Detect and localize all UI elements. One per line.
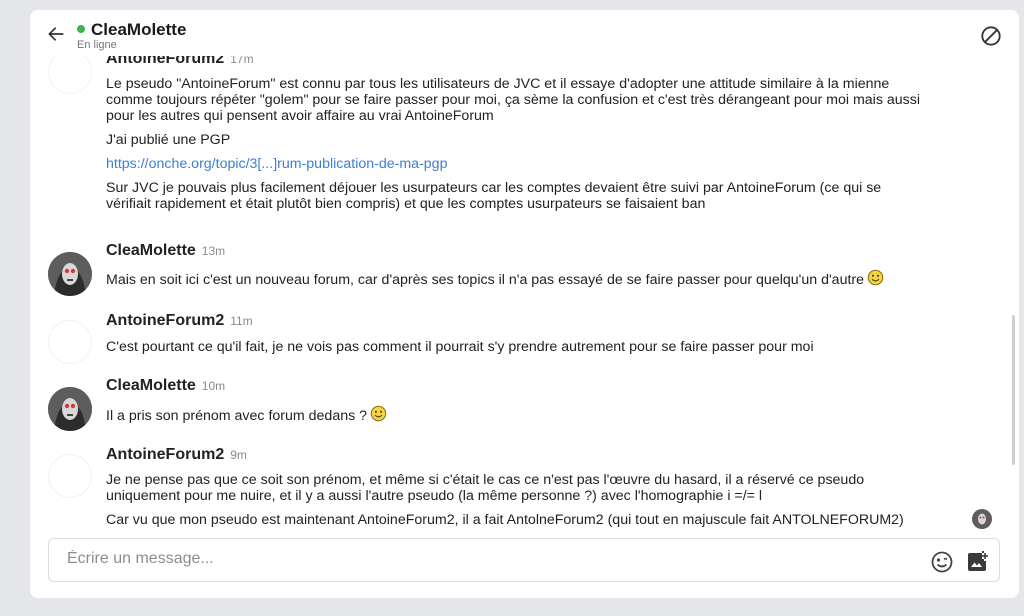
message-text: comme toujours répéter "golem" pour se f… — [106, 92, 920, 108]
message-time: 11m — [230, 314, 253, 328]
message-author[interactable]: AntoineForum2 11m — [106, 312, 253, 330]
smiley-icon — [867, 269, 884, 286]
avatar-image — [48, 387, 92, 431]
smiley-icon — [370, 405, 387, 422]
message-text: Sur JVC je pouvais plus facilement déjou… — [106, 180, 882, 196]
author-name: AntoineForum2 — [106, 446, 225, 463]
avatar-image — [48, 252, 92, 296]
message-text: vérifiait rapidement et était plutôt bie… — [106, 196, 706, 212]
message-text-content: Car vu que mon pseudo est maintenant Ant… — [106, 512, 904, 528]
avatar[interactable] — [48, 454, 92, 498]
message-author[interactable]: CleaMolette 10m — [106, 377, 225, 395]
message-text: uniquement pour me nuire, et il y a auss… — [106, 488, 763, 504]
message-text: Il a pris son prénom avec forum dedans ? — [106, 405, 387, 424]
message-link[interactable]: https://onche.org/topic/3[...]rum-public… — [106, 156, 447, 172]
block-icon[interactable] — [980, 25, 1002, 47]
message-text-content: Il a pris son prénom avec forum dedans ? — [106, 408, 368, 424]
message-composer — [48, 538, 1000, 582]
online-status-dot — [77, 25, 85, 33]
scrollbar[interactable] — [1012, 315, 1015, 465]
chat-panel: CleaMolette En ligne AntoineForum2 17m Le… — [30, 10, 1019, 598]
arrow-left-icon[interactable] — [46, 24, 66, 44]
avatar[interactable] — [48, 56, 92, 94]
read-receipt-avatar-icon — [972, 509, 992, 529]
message-time: 9m — [230, 448, 247, 462]
message-text: Je ne pense pas que ce soit son prénom, … — [106, 472, 865, 488]
message-author[interactable]: CleaMolette 13m — [106, 242, 225, 260]
add-image-icon[interactable] — [965, 550, 989, 574]
author-name: AntoineForum2 — [106, 56, 225, 67]
message-input[interactable] — [67, 550, 887, 568]
message-text-content: Mais en soit ici c'est un nouveau forum,… — [106, 272, 865, 288]
message-author[interactable]: AntoineForum2 17m — [106, 56, 254, 68]
message-time: 17m — [230, 56, 254, 66]
emoji-picker-icon[interactable] — [930, 550, 954, 574]
message-text: C'est pourtant ce qu'il fait, je ne vois… — [106, 339, 814, 355]
chat-username[interactable]: CleaMolette — [91, 20, 186, 40]
avatar[interactable] — [48, 252, 92, 296]
message-text: Mais en soit ici c'est un nouveau forum,… — [106, 269, 884, 288]
message-text: Le pseudo "AntoineForum" est connu par t… — [106, 76, 890, 92]
message-time: 13m — [201, 244, 226, 258]
avatar[interactable] — [48, 387, 92, 431]
chat-user-status: En ligne — [77, 39, 117, 51]
message-text: J'ai publié une PGP — [106, 132, 231, 148]
message-time: 10m — [201, 379, 226, 393]
message-list[interactable]: AntoineForum2 17m Le pseudo "AntoineForum… — [30, 56, 1019, 538]
author-name: CleaMolette — [106, 377, 196, 394]
author-name: AntoineForum2 — [106, 312, 225, 329]
message-text: Car vu que mon pseudo est maintenant Ant… — [106, 512, 904, 528]
message-text: pour les autres qui pensent avoir affair… — [106, 108, 494, 124]
message-author[interactable]: AntoineForum2 9m — [106, 446, 247, 464]
avatar[interactable] — [48, 320, 92, 364]
chat-header: CleaMolette En ligne — [30, 10, 1019, 56]
author-name: CleaMolette — [106, 242, 196, 259]
